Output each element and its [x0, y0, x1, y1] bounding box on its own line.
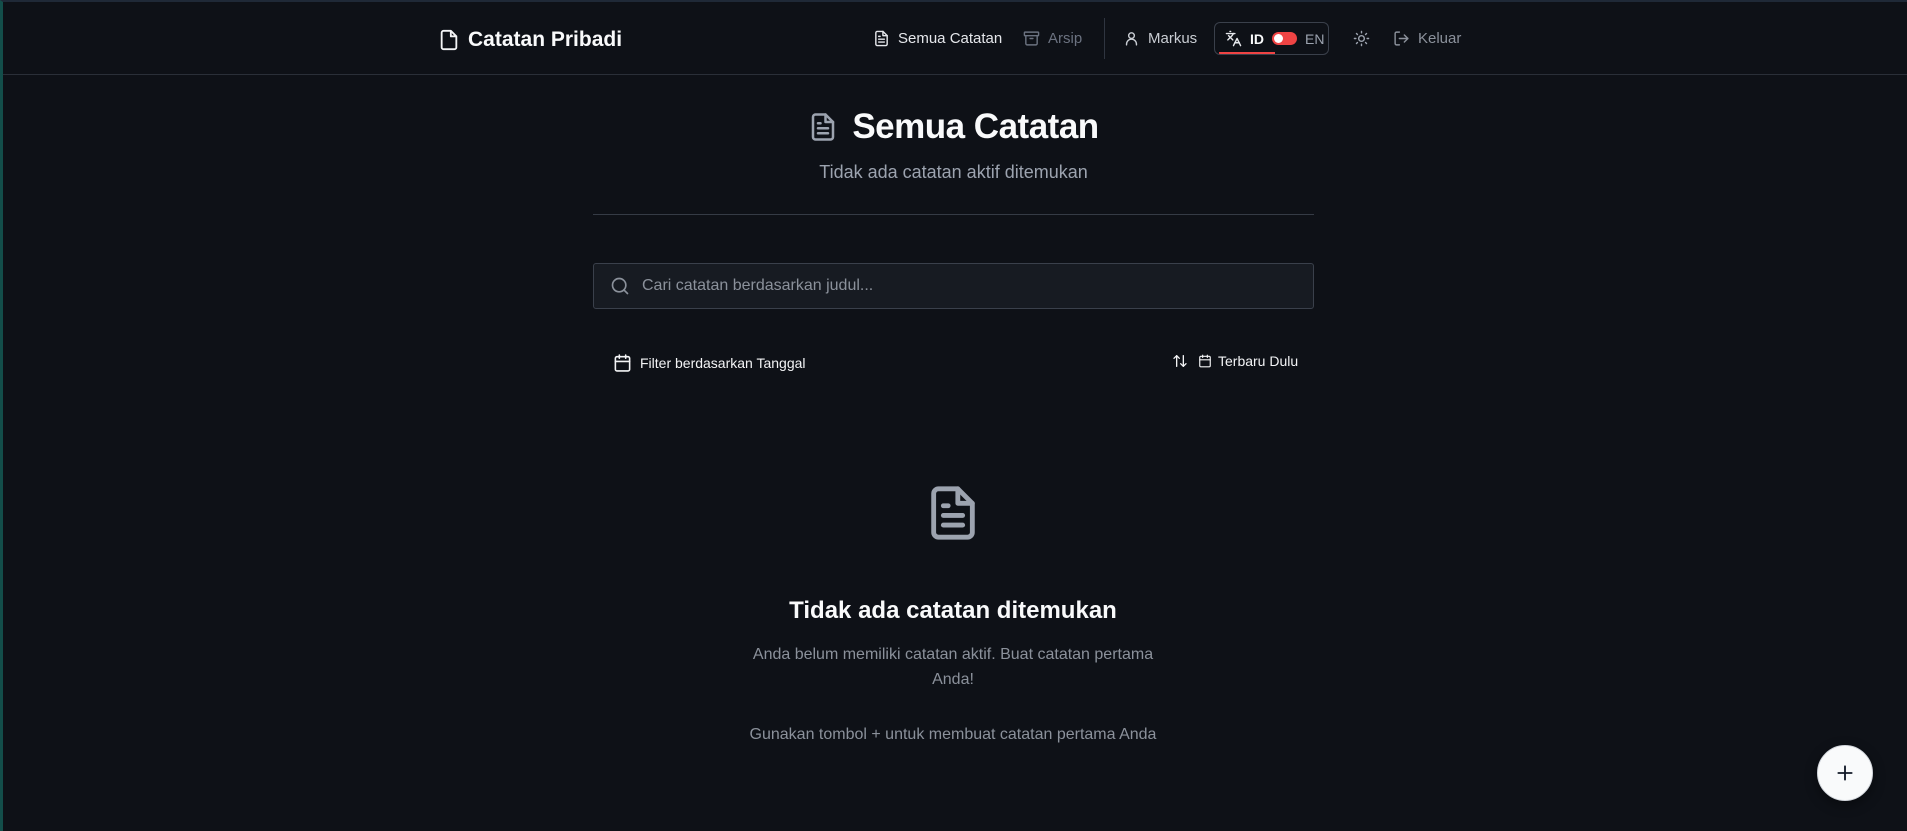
empty-description: Anda belum memiliki catatan aktif. Buat … [752, 646, 1154, 688]
lang-id-label: ID [1250, 30, 1264, 47]
translate-icon [1225, 30, 1242, 47]
file-icon [440, 29, 458, 51]
date-filter-label: Filter berdasarkan Tanggal [640, 355, 806, 371]
page-title: Semua Catatan [593, 104, 1314, 150]
file-text-icon [812, 113, 835, 141]
page-header: Semua Catatan Tidak ada catatan aktif di… [593, 104, 1314, 183]
date-filter-button[interactable]: Filter berdasarkan Tanggal [613, 352, 806, 374]
page-title-text: Semua Catatan [852, 107, 1099, 146]
search-input[interactable] [642, 277, 1313, 295]
sort-label: Terbaru Dulu [1218, 353, 1299, 369]
sun-icon [1353, 30, 1370, 46]
nav-all-notes-label: Semua Catatan [898, 29, 1003, 47]
logout-label: Keluar [1418, 29, 1462, 47]
brand[interactable]: Catatan Pribadi [438, 26, 622, 54]
search-icon [611, 277, 629, 295]
plus-icon [1837, 765, 1853, 781]
lang-indicator [1219, 52, 1275, 54]
theme-toggle-button[interactable] [1353, 18, 1370, 58]
nav-archive[interactable]: Arsip [1023, 18, 1082, 58]
brand-title: Catatan Pribadi [468, 28, 623, 51]
empty-note-icon [931, 486, 975, 540]
file-text-icon [875, 30, 888, 46]
nav-user-label: Markus [1148, 29, 1198, 47]
logout-icon [1394, 30, 1409, 46]
lang-en-label: EN [1305, 30, 1325, 47]
lang-switch[interactable] [1272, 32, 1297, 45]
nav-divider [1104, 18, 1105, 59]
page-subtitle: Tidak ada catatan aktif ditemukan [819, 162, 1088, 182]
nav-archive-label: Arsip [1048, 29, 1083, 47]
user-icon [1125, 31, 1138, 46]
empty-hint: Gunakan tombol + untuk membuat catatan p… [749, 726, 1157, 743]
sort-arrows-icon [1173, 355, 1187, 367]
empty-title: Tidak ada catatan ditemukan [789, 597, 1117, 624]
search-box[interactable] [593, 263, 1314, 309]
logout-button[interactable]: Keluar [1393, 18, 1461, 58]
divider [593, 214, 1314, 215]
empty-state: Tidak ada catatan ditemukan Anda belum m… [653, 480, 1253, 744]
add-note-button[interactable] [1817, 745, 1873, 801]
calendar-icon [1199, 354, 1211, 368]
nav-all-notes[interactable]: Semua Catatan [873, 18, 1002, 58]
nav-user[interactable]: Markus [1123, 18, 1197, 58]
archive-icon [1023, 30, 1040, 46]
sort-button[interactable]: Terbaru Dulu [1172, 350, 1298, 372]
top-header: Catatan Pribadi Semua Catatan Arsip Mark… [3, 2, 1907, 75]
language-toggle[interactable]: ID EN [1214, 22, 1329, 55]
calendar-icon [614, 354, 631, 372]
